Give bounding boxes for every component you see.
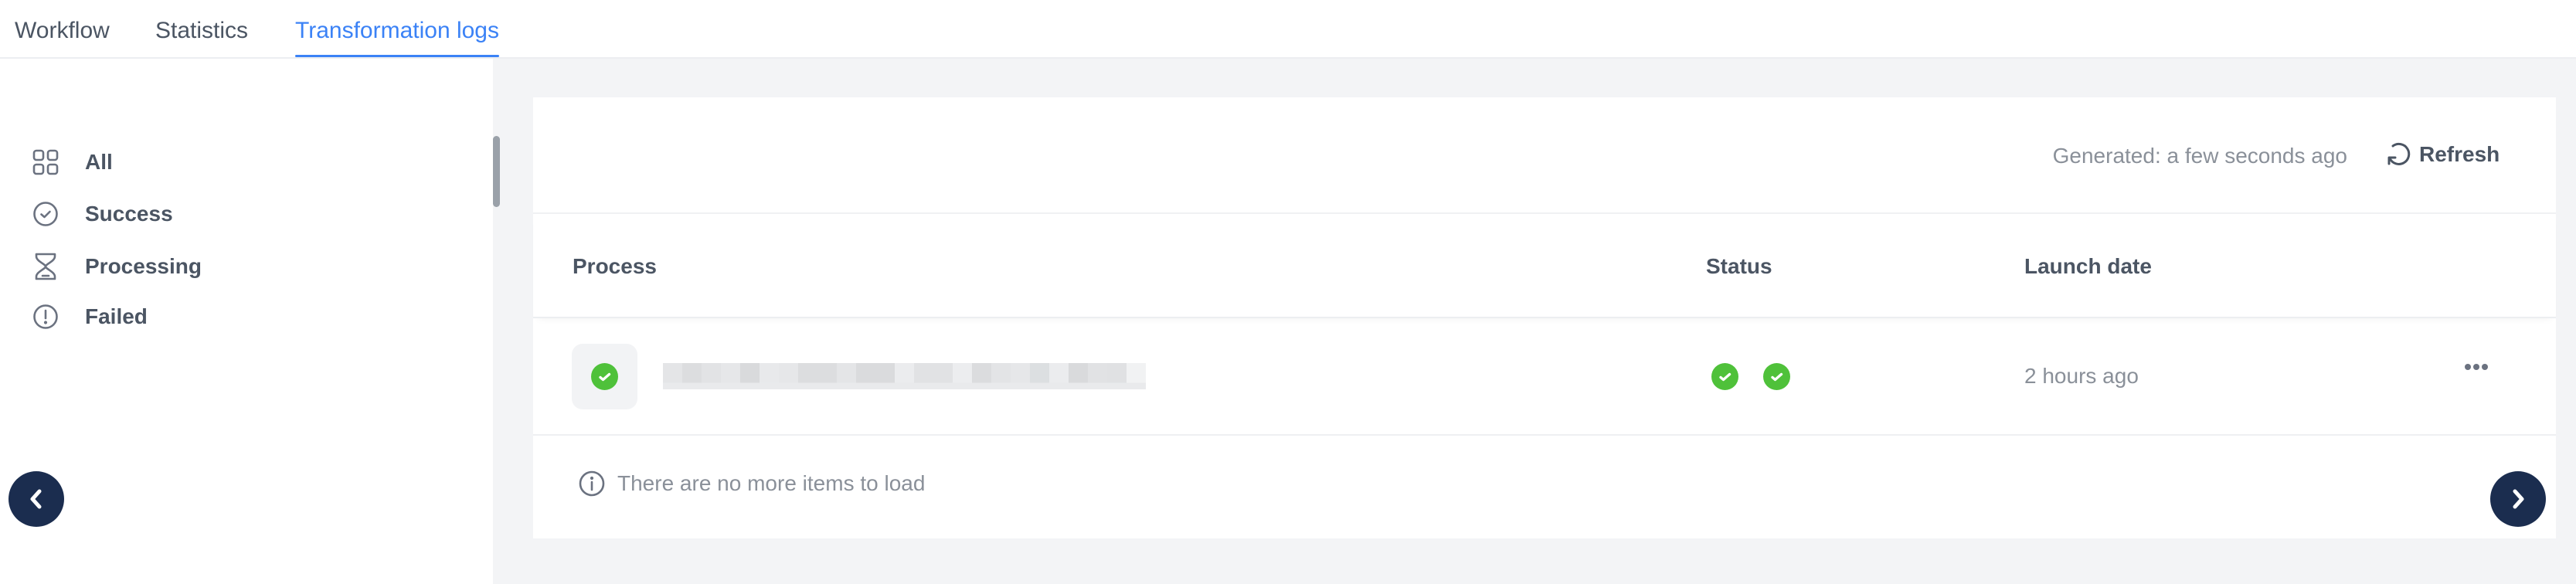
sidebar-item-label: Processing <box>85 254 202 278</box>
tab-workflow[interactable]: Workflow <box>15 15 110 59</box>
redaction-block <box>663 363 682 389</box>
sidebar-scrollbar[interactable] <box>493 136 500 207</box>
sidebar-item-label: Failed <box>85 304 148 328</box>
redaction-block <box>914 363 933 389</box>
next-button[interactable] <box>2490 471 2546 527</box>
redaction-block <box>1030 363 1049 389</box>
redaction-block <box>1107 363 1127 389</box>
more-dots-icon <box>2473 364 2479 370</box>
grid-icon <box>31 148 60 177</box>
generated-timestamp: Generated: a few seconds ago <box>2052 144 2347 168</box>
column-header-launch-date: Launch date <box>2024 254 2152 278</box>
sidebar-item-processing[interactable]: Processing <box>31 248 202 285</box>
success-icon <box>1763 363 1790 390</box>
status-filter-sidebar: All Success Processing Failed <box>0 59 493 584</box>
redaction-block <box>1011 363 1030 389</box>
refresh-label: Refresh <box>2419 142 2500 166</box>
redaction-block <box>875 363 895 389</box>
alert-circle-icon <box>31 302 60 331</box>
sidebar-item-all[interactable]: All <box>31 144 113 181</box>
card-toolbar: Generated: a few seconds ago Refresh <box>533 97 2556 214</box>
column-header-status: Status <box>1706 254 1772 278</box>
sidebar-item-label: All <box>85 150 113 174</box>
redaction-block <box>972 363 991 389</box>
redaction-block <box>1049 363 1069 389</box>
table-footer: There are no more items to load <box>533 436 2556 538</box>
redaction-block <box>856 363 875 389</box>
redaction-block <box>721 363 740 389</box>
redaction-block <box>933 363 953 389</box>
tab-statistics[interactable]: Statistics <box>155 15 248 59</box>
sidebar-item-label: Success <box>85 202 173 226</box>
tab-bar: Workflow Statistics Transformation logs <box>0 0 2576 59</box>
previous-button[interactable] <box>8 471 64 527</box>
check-circle-icon <box>31 199 60 229</box>
table-header: Process Status Launch date <box>533 214 2556 318</box>
redaction-block <box>798 363 817 389</box>
process-status-tile <box>572 344 637 409</box>
redaction-block <box>1088 363 1107 389</box>
transformation-logs-card: Generated: a few seconds ago Refresh Pro… <box>533 97 2556 538</box>
redaction-block <box>817 363 837 389</box>
redaction-block <box>779 363 798 389</box>
sidebar-item-failed[interactable]: Failed <box>31 298 148 335</box>
redaction-block <box>740 363 760 389</box>
redaction-block <box>682 363 702 389</box>
redaction-block <box>837 363 856 389</box>
row-actions-button[interactable] <box>2457 355 2496 379</box>
chevron-right-icon <box>2513 489 2524 509</box>
more-dots-icon <box>2465 364 2471 370</box>
no-more-items-message: There are no more items to load <box>617 471 926 495</box>
sidebar-item-success[interactable]: Success <box>31 195 173 233</box>
redaction-block <box>895 363 914 389</box>
hourglass-icon <box>31 252 60 281</box>
column-header-process: Process <box>573 254 657 278</box>
redaction-block <box>1069 363 1088 389</box>
status-cell <box>1711 363 1790 390</box>
success-icon <box>1711 363 1738 390</box>
table-row[interactable]: 2 hours ago <box>533 318 2556 436</box>
launch-date: 2 hours ago <box>2024 364 2139 388</box>
refresh-icon <box>2387 142 2411 165</box>
redaction-block <box>702 363 721 389</box>
more-dots-icon <box>2482 364 2488 370</box>
chevron-left-icon <box>30 489 42 509</box>
redaction-block <box>760 363 779 389</box>
redaction-block <box>1127 363 1146 389</box>
refresh-button[interactable]: Refresh <box>2385 141 2500 168</box>
redaction-block <box>953 363 972 389</box>
success-icon <box>591 363 618 390</box>
info-icon <box>578 470 606 501</box>
tab-transformation-logs[interactable]: Transformation logs <box>295 15 499 59</box>
process-name-redacted[interactable] <box>663 363 1146 389</box>
redaction-block <box>991 363 1011 389</box>
